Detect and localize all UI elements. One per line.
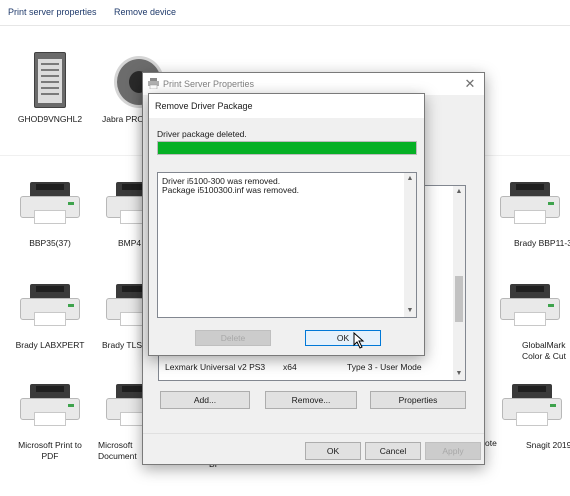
computer-tower-icon (20, 52, 80, 110)
device-brady-labxpert[interactable]: Brady LABXPERT (2, 278, 98, 351)
remove-driver-button[interactable]: Remove... (265, 391, 357, 409)
device-label: GHOD9VNGHL2 (17, 114, 83, 124)
device-ghod9vnghl2[interactable]: GHOD9VNGHL2 (2, 52, 98, 125)
driver-name: Lexmark Universal v2 PS3 (165, 362, 266, 372)
dialog-titlebar: Print Server Properties ✕ (143, 73, 484, 95)
explorer-toolbar: Print server properties Remove device (0, 0, 570, 26)
printer-icon (500, 278, 560, 336)
scroll-up-icon[interactable]: ▲ (453, 186, 465, 198)
add-driver-button[interactable]: Add... (160, 391, 250, 409)
apply-button: Apply (425, 442, 481, 460)
footer-separator (143, 433, 484, 434)
log-line: Package i5100300.inf was removed. (162, 185, 300, 195)
device-microsoft-print-to-pdf[interactable]: Microsoft Print to PDF (2, 378, 98, 462)
cancel-button[interactable]: Cancel (365, 442, 421, 460)
progress-fill (158, 142, 416, 154)
printer-icon (20, 176, 80, 234)
removal-log[interactable]: ▲ ▼ Driver i5100-300 was removed. Packag… (157, 172, 417, 318)
status-text: Driver package deleted. (157, 129, 247, 139)
printer-icon (148, 78, 159, 89)
print-server-properties-link[interactable]: Print server properties (8, 7, 97, 17)
printer-icon (502, 378, 562, 436)
device-label: BBP35(37) (29, 238, 71, 248)
scroll-up-icon[interactable]: ▲ (404, 173, 416, 185)
driver-type: Type 3 - User Mode (347, 362, 422, 372)
ok-button[interactable]: OK (305, 330, 381, 346)
device-label: Brady LABXPERT (15, 340, 85, 350)
device-label: Microsoft Print to PDF (18, 440, 82, 461)
scroll-thumb[interactable] (455, 276, 463, 322)
device-label: GlobalMark Color & Cut (522, 340, 566, 361)
device-brady-bbp11[interactable]: Brady BBP11-3 (482, 176, 570, 249)
progress-bar (157, 141, 417, 155)
remove-device-link[interactable]: Remove device (114, 7, 176, 17)
printer-icon (20, 378, 80, 436)
remove-driver-package-dialog: Remove Driver Package Driver package del… (148, 93, 425, 356)
vertical-scrollbar[interactable]: ▲ ▼ (453, 186, 465, 380)
device-snagit-2019[interactable]: Snagit 2019 (484, 378, 570, 451)
device-globalmark[interactable]: GlobalMark Color & Cut (482, 278, 570, 362)
device-label: Brady BBP11-3 (514, 238, 570, 248)
device-label: Snagit 2019 (526, 440, 570, 450)
printer-icon (20, 278, 80, 336)
ok-button[interactable]: OK (305, 442, 361, 460)
driver-arch: x64 (283, 362, 297, 372)
dialog-titlebar: Remove Driver Package (149, 94, 424, 118)
device-bbp35[interactable]: BBP35(37) (2, 176, 98, 249)
vertical-scrollbar[interactable]: ▲ ▼ (404, 173, 416, 317)
mouse-pointer-icon (353, 332, 365, 349)
dialog-title: Remove Driver Package (155, 101, 253, 111)
delete-button: Delete (195, 330, 271, 346)
table-row[interactable]: Lexmark Universal v2 PS3 x64 Type 3 - Us… (165, 362, 465, 374)
printer-icon (500, 176, 560, 234)
driver-properties-button[interactable]: Properties (370, 391, 466, 409)
close-icon[interactable]: ✕ (462, 76, 478, 92)
dialog-title: Print Server Properties (163, 79, 255, 89)
scroll-down-icon[interactable]: ▼ (404, 305, 416, 317)
